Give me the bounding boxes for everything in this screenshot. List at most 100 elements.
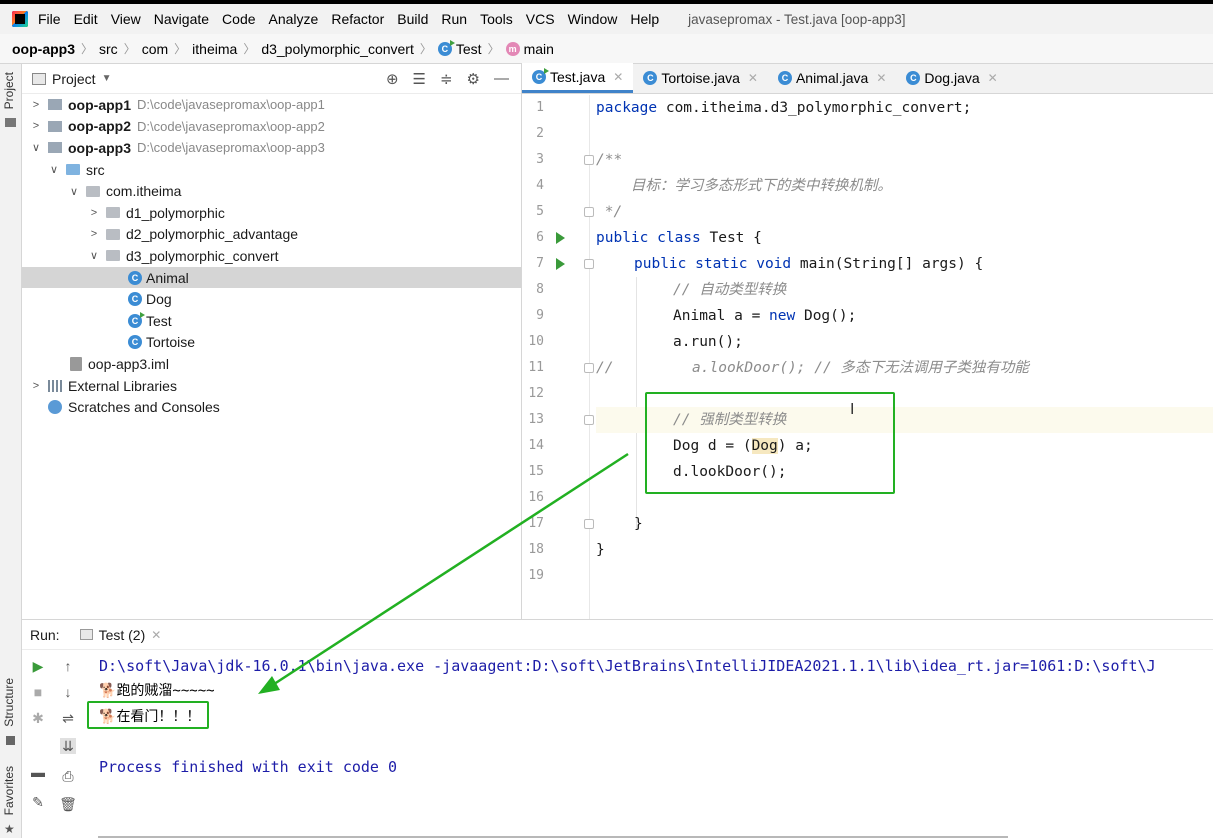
run-panel-header: Run: Test (2) ✕ xyxy=(22,620,1213,650)
tree-item-src[interactable]: ∨ src xyxy=(22,159,521,181)
code-line-18[interactable]: } xyxy=(596,537,1213,563)
breadcrumb-project[interactable]: oop-app3 xyxy=(12,41,75,57)
soft-wrap-icon[interactable]: ⇌ xyxy=(60,710,76,726)
chevron-right-icon[interactable]: > xyxy=(88,207,100,219)
favorites-tool-tab[interactable]: Favorites xyxy=(2,766,16,815)
tab-animal-java[interactable]: C Animal.java ✕ xyxy=(768,63,896,93)
gear-icon[interactable]: ⚙ xyxy=(467,70,480,88)
code-line-1[interactable]: package com.itheima.d3_polymorphic_conve… xyxy=(596,95,1213,121)
layout-icon[interactable]: ▬ xyxy=(30,764,46,780)
tree-item-oop-app3[interactable]: ∨ oop-app3 D:\code\javasepromax\oop-app3 xyxy=(22,137,521,159)
tree-item-d3[interactable]: ∨ d3_polymorphic_convert xyxy=(22,245,521,267)
line-number: 3 xyxy=(536,152,544,167)
fold-icon[interactable] xyxy=(584,155,594,165)
code-line-10[interactable]: a.run(); xyxy=(596,329,1213,355)
project-tool-tab[interactable]: Project xyxy=(2,72,16,109)
tree-item-test[interactable]: C Test xyxy=(22,310,521,332)
menu-vcs[interactable]: VCS xyxy=(526,11,555,27)
breadcrumb-src[interactable]: src xyxy=(99,41,118,57)
tab-test-java[interactable]: C Test.java ✕ xyxy=(522,63,634,93)
console-output[interactable]: D:\soft\Java\jdk-16.0.1\bin\java.exe -ja… xyxy=(99,650,1213,838)
close-icon[interactable]: ✕ xyxy=(613,70,623,84)
menu-refactor[interactable]: Refactor xyxy=(331,11,384,27)
collapse-all-icon[interactable]: ≑ xyxy=(440,70,453,88)
code-line-17[interactable]: } xyxy=(596,511,1213,537)
tree-item-d1[interactable]: > d1_polymorphic xyxy=(22,202,521,224)
tree-item-oop-app2[interactable]: > oop-app2 D:\code\javasepromax\oop-app2 xyxy=(22,116,521,138)
chevron-down-icon[interactable]: ∨ xyxy=(48,163,60,176)
fold-icon[interactable] xyxy=(584,363,594,373)
code-line-8[interactable]: // 自动类型转换 xyxy=(596,277,1213,303)
chevron-down-icon[interactable]: ∨ xyxy=(68,185,80,198)
close-icon[interactable]: ✕ xyxy=(748,71,758,85)
code-line-11[interactable]: // a.lookDoor(); // 多态下无法调用子类独有功能 xyxy=(596,355,1213,381)
code-line-6[interactable]: public class Test { xyxy=(596,225,1213,251)
debug-icon[interactable]: ✱ xyxy=(30,710,46,726)
breadcrumb-package[interactable]: d3_polymorphic_convert xyxy=(261,41,414,57)
code-line-4[interactable]: 目标：学习多态形式下的类中转换机制。 xyxy=(596,173,1213,199)
chevron-right-icon[interactable]: > xyxy=(30,120,42,132)
menu-build[interactable]: Build xyxy=(397,11,428,27)
locate-icon[interactable]: ⊕ xyxy=(386,70,399,88)
menu-window[interactable]: Window xyxy=(568,11,618,27)
close-icon[interactable]: ✕ xyxy=(876,71,886,85)
breadcrumb-itheima[interactable]: itheima xyxy=(192,41,237,57)
rerun-icon[interactable]: ▶ xyxy=(30,658,46,674)
minimize-icon[interactable]: — xyxy=(494,70,509,87)
scroll-to-end-icon[interactable]: ⇊ xyxy=(60,738,76,754)
breadcrumb-method[interactable]: main xyxy=(524,41,554,57)
code-line-5[interactable]: */ xyxy=(596,199,1213,225)
chevron-right-icon[interactable]: > xyxy=(30,99,42,111)
chevron-right-icon[interactable]: > xyxy=(88,228,100,240)
chevron-down-icon[interactable]: ∨ xyxy=(30,141,42,154)
tree-item-d2[interactable]: > d2_polymorphic_advantage xyxy=(22,224,521,246)
chevron-down-icon[interactable]: ▼ xyxy=(102,73,112,84)
menu-analyze[interactable]: Analyze xyxy=(269,11,319,27)
run-gutter-icon[interactable] xyxy=(556,232,565,244)
menu-navigate[interactable]: Navigate xyxy=(154,11,209,27)
menu-view[interactable]: View xyxy=(111,11,141,27)
pin-icon[interactable]: ✎ xyxy=(30,794,46,810)
print-icon[interactable]: ⎙ xyxy=(60,768,76,784)
trash-icon[interactable]: 🗑 xyxy=(59,796,77,812)
close-icon[interactable]: ✕ xyxy=(151,628,161,642)
fold-icon[interactable] xyxy=(584,259,594,269)
tree-item-animal[interactable]: C Animal xyxy=(22,266,521,289)
tree-item-com-itheima[interactable]: ∨ com.itheima xyxy=(22,180,521,202)
menu-code[interactable]: Code xyxy=(222,11,255,27)
fold-icon[interactable] xyxy=(584,207,594,217)
console-text: 跑的贼溜~~~~~ xyxy=(116,683,215,699)
menu-file[interactable]: File xyxy=(38,11,61,27)
menu-help[interactable]: Help xyxy=(630,11,659,27)
chevron-right-icon[interactable]: > xyxy=(30,380,42,392)
tree-item-oop-app1[interactable]: > oop-app1 D:\code\javasepromax\oop-app1 xyxy=(22,94,521,116)
tree-item-external-libraries[interactable]: > External Libraries xyxy=(22,375,521,397)
run-tab[interactable]: Test (2) ✕ xyxy=(79,627,161,643)
menu-tools[interactable]: Tools xyxy=(480,11,513,27)
code-area[interactable]: package com.itheima.d3_polymorphic_conve… xyxy=(596,95,1213,619)
tab-tortoise-java[interactable]: C Tortoise.java ✕ xyxy=(633,63,768,93)
fold-icon[interactable] xyxy=(584,519,594,529)
tree-item-iml[interactable]: oop-app3.iml xyxy=(22,353,521,375)
code-line-7[interactable]: public static void main(String[] args) { xyxy=(596,251,1213,277)
tab-dog-java[interactable]: C Dog.java ✕ xyxy=(896,63,1007,93)
arrow-up-icon[interactable]: ↑ xyxy=(60,658,76,674)
code-line-9[interactable]: Animal a = new Dog(); xyxy=(596,303,1213,329)
menu-edit[interactable]: Edit xyxy=(74,11,98,27)
menu-run[interactable]: Run xyxy=(441,11,467,27)
run-gutter-icon[interactable] xyxy=(556,258,565,270)
breadcrumb-com[interactable]: com xyxy=(142,41,168,57)
tree-item-scratches[interactable]: Scratches and Consoles xyxy=(22,396,521,418)
tree-item-dog[interactable]: C Dog xyxy=(22,288,521,310)
code-line-3[interactable]: /** xyxy=(596,147,1213,173)
fold-icon[interactable] xyxy=(584,415,594,425)
breadcrumb-class[interactable]: Test xyxy=(456,41,482,57)
tree-item-tortoise[interactable]: C Tortoise xyxy=(22,332,521,354)
chevron-down-icon[interactable]: ∨ xyxy=(88,249,100,262)
expand-all-icon[interactable]: ☰ xyxy=(413,70,426,88)
structure-tool-tab[interactable]: Structure xyxy=(2,678,16,727)
close-icon[interactable]: ✕ xyxy=(988,71,998,85)
arrow-down-icon[interactable]: ↓ xyxy=(60,684,76,700)
project-panel-title[interactable]: Project xyxy=(52,71,96,87)
stop-icon[interactable]: ■ xyxy=(30,684,46,700)
